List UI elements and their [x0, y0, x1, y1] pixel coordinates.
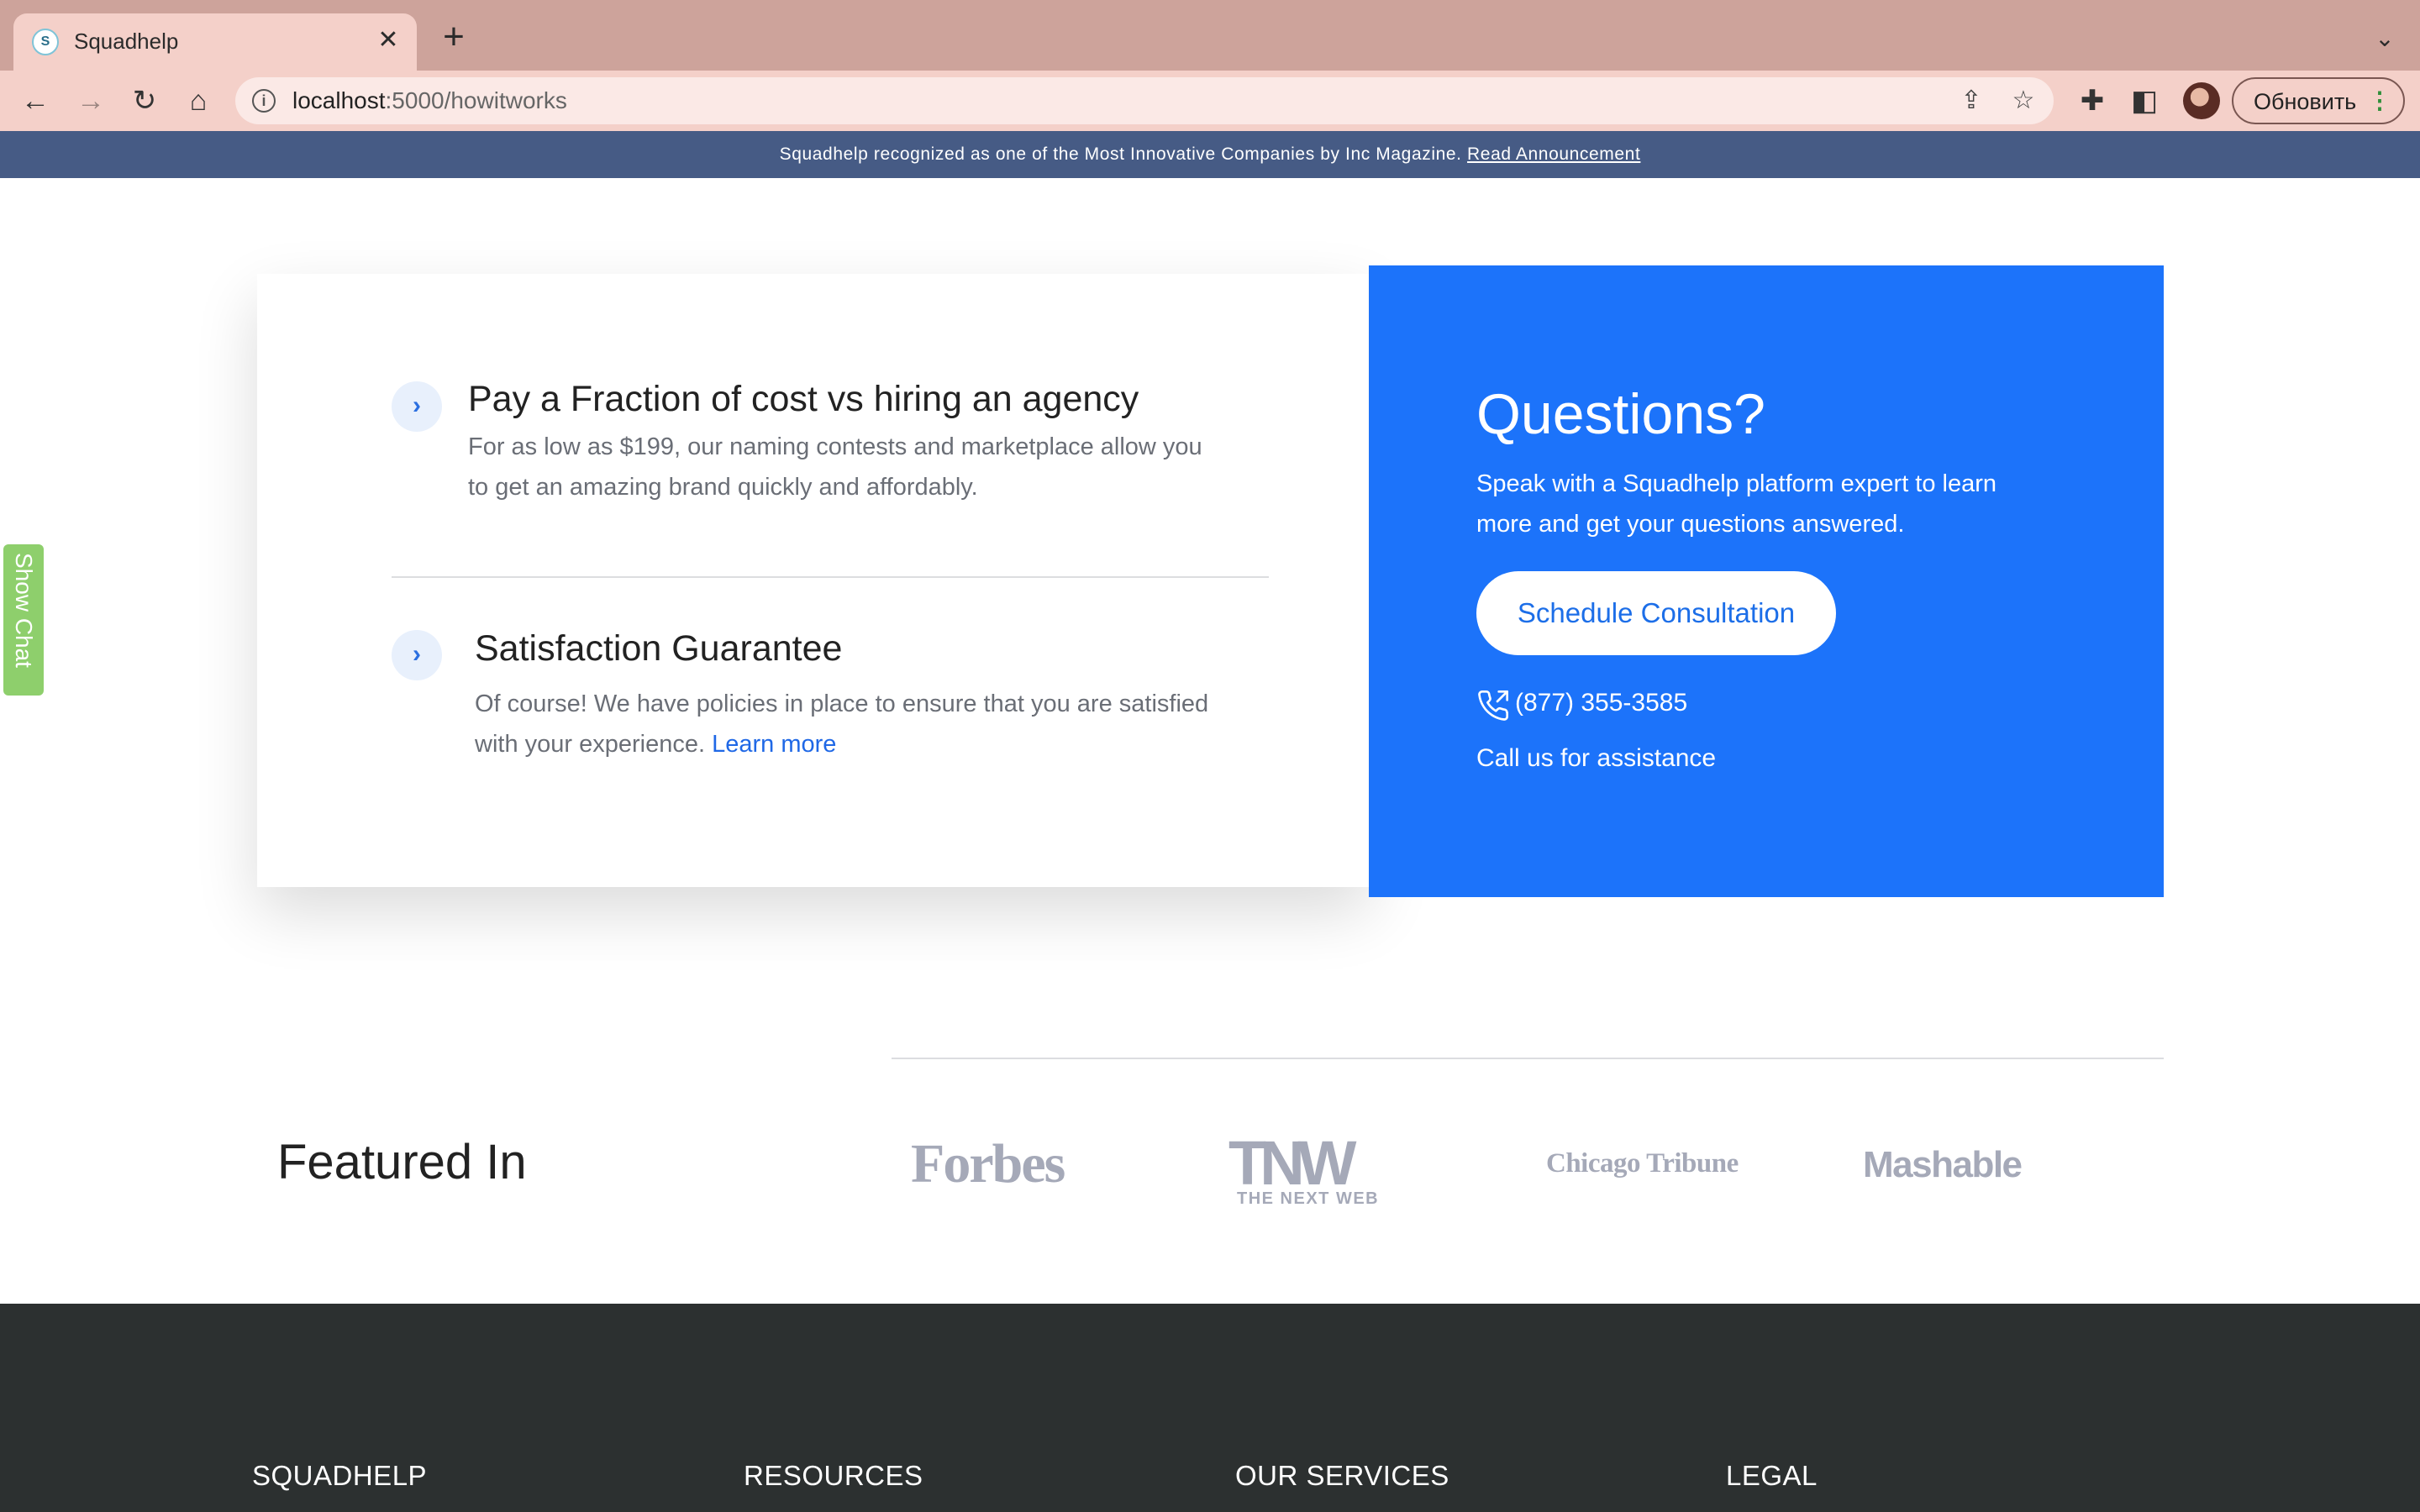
back-button[interactable]: ← — [15, 81, 55, 121]
forward-button[interactable]: → — [71, 81, 111, 121]
phone-call-icon — [1478, 690, 1509, 721]
close-tab-icon[interactable]: ✕ — [373, 25, 403, 55]
show-chat-button[interactable]: Show Chat — [3, 544, 44, 696]
questions-panel: Questions? Speak with a Squadhelp platfo… — [1369, 265, 2164, 897]
guarantee-description-text: Of course! We have policies in place to … — [475, 690, 1209, 758]
schedule-consultation-button[interactable]: Schedule Consultation — [1476, 571, 1836, 655]
chicago-tribune-logo: Chicago Tribune — [1546, 1148, 1739, 1179]
chevron-right-icon: › — [392, 630, 442, 680]
footer-heading-squadhelp: SQUADHELP — [252, 1460, 428, 1491]
benefit-title: Satisfaction Guarantee — [475, 628, 843, 669]
tab-title: Squadhelp — [74, 29, 179, 54]
tnw-logo-subtitle: THE NEXT WEB — [1237, 1189, 1380, 1208]
home-button[interactable]: ⌂ — [178, 81, 218, 121]
benefits-card: › Pay a Fraction of cost vs hiring an ag… — [257, 274, 1370, 887]
reload-button[interactable]: ↻ — [124, 81, 165, 121]
share-icon[interactable]: ⇪ — [1954, 84, 1988, 118]
profile-avatar[interactable] — [2183, 82, 2220, 119]
browser-toolbar: ← → ↻ ⌂ i localhost:5000/howitworks ⇪ ☆ … — [0, 71, 2420, 131]
extensions-puzzle-icon[interactable]: ✚ — [2072, 81, 2112, 121]
address-bar[interactable]: i localhost:5000/howitworks ⇪ ☆ — [235, 77, 2054, 124]
browser-tab[interactable]: S Squadhelp ✕ — [13, 13, 417, 71]
announcement-text: Squadhelp recognized as one of the Most … — [779, 144, 1462, 164]
read-announcement-link[interactable]: Read Announcement — [1467, 144, 1640, 164]
browser-menu-icon[interactable]: ⋮ — [2368, 86, 2391, 116]
forbes-logo: Forbes — [911, 1133, 1065, 1194]
chevron-right-icon: › — [392, 381, 442, 432]
tnw-logo: TNW THE NEXT WEB — [1228, 1128, 1393, 1210]
benefit-title: Pay a Fraction of cost vs hiring an agen… — [468, 379, 1139, 419]
footer: SQUADHELP RESOURCES OUR SERVICES LEGAL — [0, 1304, 2420, 1512]
call-assistance-text: Call us for assistance — [1476, 744, 1717, 772]
phone-number[interactable]: (877) 355-3585 — [1515, 689, 1687, 717]
new-tab-button[interactable]: + — [435, 18, 472, 57]
site-info-icon[interactable]: i — [252, 89, 276, 113]
side-panel-icon[interactable]: ◧ — [2124, 81, 2165, 121]
benefit-description: Of course! We have policies in place to … — [475, 684, 1231, 764]
url-text[interactable]: localhost:5000/howitworks — [292, 87, 567, 114]
footer-heading-legal: LEGAL — [1726, 1460, 1818, 1491]
benefit-description: For as low as $199, our naming contests … — [468, 433, 1202, 501]
update-browser-button[interactable]: Обновить ⋮ — [2232, 77, 2405, 124]
update-label: Обновить — [2254, 89, 2357, 114]
footer-heading-services: OUR SERVICES — [1235, 1460, 1449, 1491]
divider — [892, 1058, 2164, 1059]
squadhelp-favicon-icon: S — [32, 29, 59, 55]
tnw-logo-mark: TNW — [1228, 1128, 1356, 1198]
announcement-bar: Squadhelp recognized as one of the Most … — [0, 131, 2420, 178]
questions-description: Speak with a Squadhelp platform expert t… — [1476, 470, 1997, 538]
tab-search-chevron-icon[interactable]: ⌄ — [2368, 22, 2402, 55]
mashable-logo: Mashable — [1863, 1144, 2023, 1185]
bookmark-star-icon[interactable]: ☆ — [2007, 84, 2040, 118]
url-path: :5000/howitworks — [385, 87, 567, 113]
featured-title: Featured In — [277, 1135, 527, 1189]
footer-heading-resources: RESOURCES — [744, 1460, 923, 1491]
url-host: localhost — [292, 87, 386, 113]
learn-more-link[interactable]: Learn more — [712, 731, 836, 758]
show-chat-label: Show Chat — [11, 553, 37, 668]
browser-tab-strip: S Squadhelp ✕ + ⌄ — [0, 0, 2420, 71]
divider — [392, 576, 1269, 578]
questions-title: Questions? — [1476, 382, 1765, 446]
